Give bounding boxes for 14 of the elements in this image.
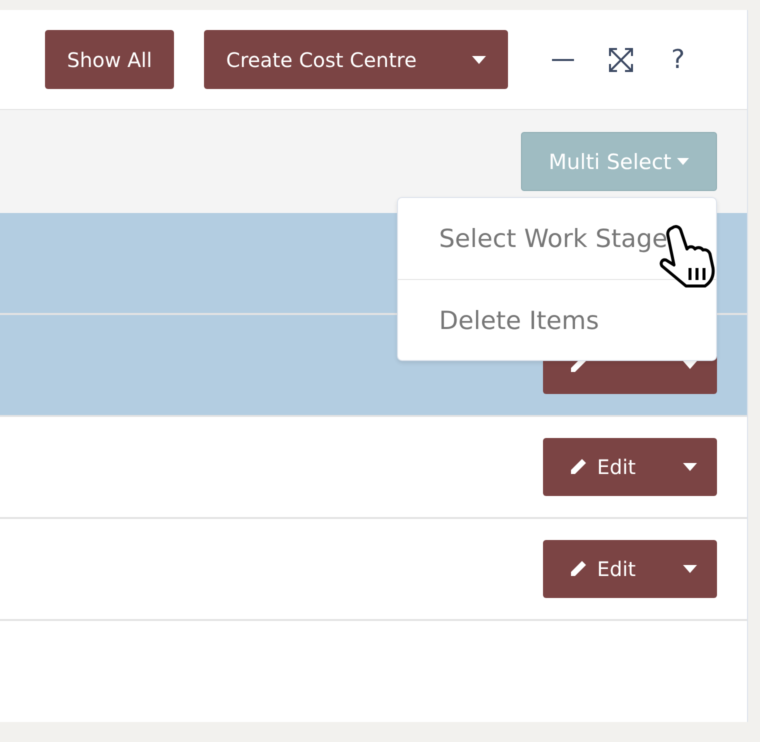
- pencil-icon: [569, 560, 587, 578]
- caret-icon: [677, 158, 690, 165]
- caret-icon: [472, 56, 486, 64]
- pencil-icon: [569, 458, 587, 476]
- caret-icon: [683, 565, 697, 573]
- menu-item[interactable]: Select Work Stage: [398, 198, 716, 279]
- minimize-icon[interactable]: [552, 58, 574, 60]
- create-button[interactable]: Create Cost Centre: [204, 30, 508, 89]
- show-all-button[interactable]: Show All: [45, 30, 174, 89]
- expand-icon[interactable]: [608, 46, 634, 72]
- edit-button[interactable]: Edit: [543, 540, 717, 598]
- help-icon[interactable]: ?: [671, 44, 685, 74]
- edit-button[interactable]: Edit: [543, 438, 717, 496]
- caret-icon: [683, 463, 697, 471]
